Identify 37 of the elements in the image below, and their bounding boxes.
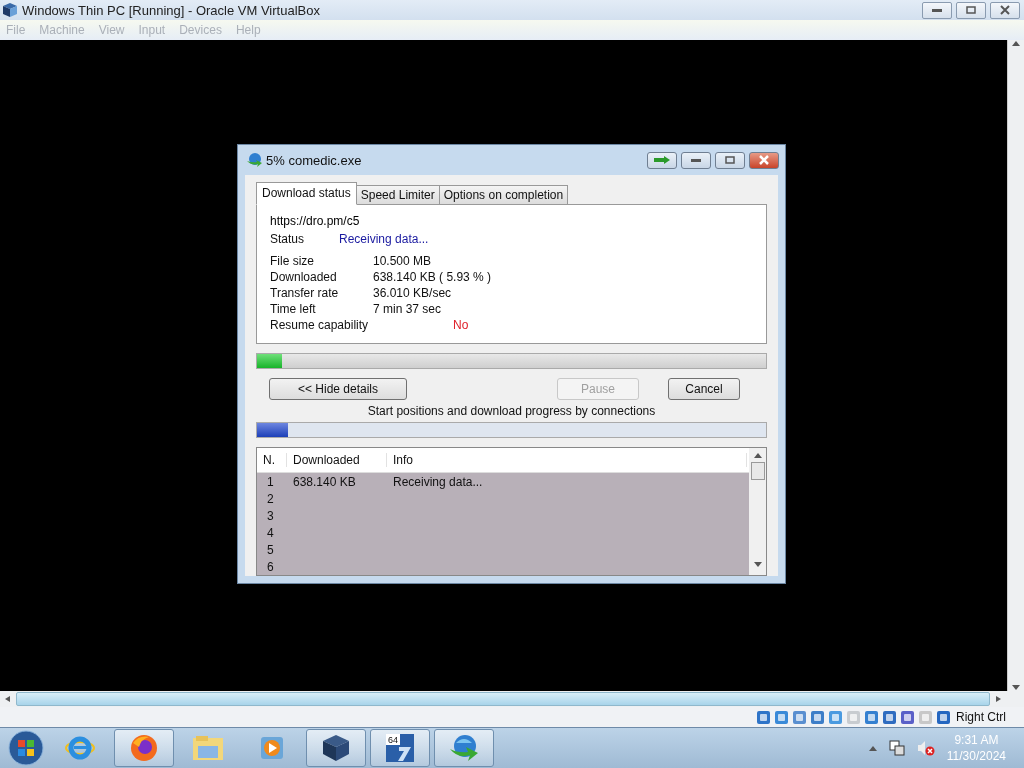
tab[interactable]: Download status: [256, 182, 357, 205]
clock-date: 11/30/2024: [946, 748, 1006, 764]
seven-logo-icon[interactable]: 64: [385, 733, 415, 763]
field-label: Status: [270, 232, 306, 246]
field-value: 36.010 KB/sec: [373, 286, 452, 300]
window-title: Windows Thin PC [Running] - Oracle VM VirtualBox: [22, 2, 321, 18]
tab[interactable]: Options on completion: [438, 185, 569, 205]
field-label: File size: [270, 254, 315, 268]
field-value: 7 min 37 sec: [373, 302, 442, 316]
field-label: Resume capability: [270, 318, 370, 332]
status-value: Receiving data...: [339, 232, 429, 246]
table-cell-text: 6: [266, 559, 275, 574]
field-label: Time left: [270, 302, 317, 316]
table-cell-text: 5: [266, 542, 275, 557]
table-cell-text: 2: [266, 491, 275, 506]
column-header[interactable]: N.: [257, 453, 287, 467]
field-value: 10.500 MB: [373, 254, 432, 268]
tab[interactable]: Speed Limiter: [355, 185, 440, 205]
url-text: https://dro.pm/c5: [270, 214, 360, 228]
table-cell-text: Receiving data...: [392, 474, 484, 489]
field-label: Downloaded: [270, 270, 338, 284]
table-cell-text: 638.140 KB: [292, 474, 357, 489]
cancel-button[interactable]: Cancel: [668, 378, 740, 400]
taskbar-button[interactable]: 64: [370, 729, 430, 767]
host-key-label: Right Ctrl: [956, 710, 1006, 724]
table-cell-text: 4: [266, 525, 275, 540]
dialog-title: 5% comedic.exe: [266, 152, 363, 168]
table-cell-text: 1: [266, 474, 275, 489]
field-value: No: [453, 318, 469, 332]
column-header[interactable]: Downloaded: [287, 453, 387, 467]
field-label: Transfer rate: [270, 286, 340, 300]
field-value: 638.140 KB ( 5.93 % ): [373, 270, 492, 284]
table-cell-text: 3: [266, 508, 275, 523]
column-header[interactable]: Info: [387, 453, 747, 467]
clock-time: 9:31 AM: [954, 732, 999, 748]
hide-details-button[interactable]: << Hide details: [269, 378, 407, 400]
connections-caption: Start positions and download progress by connections: [366, 404, 657, 418]
